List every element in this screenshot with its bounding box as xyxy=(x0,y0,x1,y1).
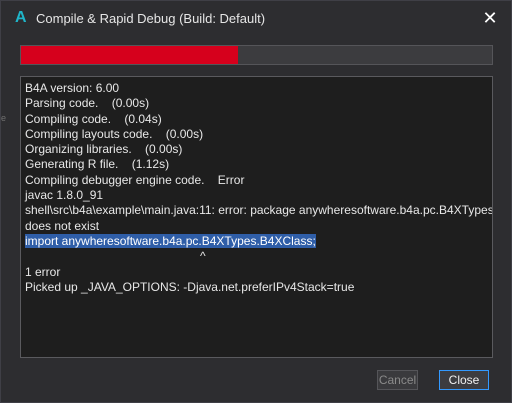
log-line-selected: import anywheresoftware.b4a.pc.B4XTypes.… xyxy=(25,233,488,249)
log-line: shell\src\b4a\example\main.java:11: erro… xyxy=(25,203,493,218)
log-line: 1 error xyxy=(25,264,61,279)
b4a-app-icon: A xyxy=(15,9,27,26)
title-bar: A Compile & Rapid Debug (Build: Default)… xyxy=(1,1,511,35)
log-line: Organizing libraries. (0.00s) xyxy=(25,142,183,157)
log-line: Compiling debugger engine code. Error xyxy=(25,172,245,187)
selected-text: import anywheresoftware.b4a.pc.B4XTypes.… xyxy=(25,233,316,248)
log-line: Generating R file. (1.12s) xyxy=(25,157,170,172)
cancel-button[interactable]: Cancel xyxy=(377,370,418,390)
log-line: Parsing code. (0.00s) xyxy=(25,96,150,111)
error-caret: ^ xyxy=(200,249,206,264)
log-line: Picked up _JAVA_OPTIONS: -Djava.net.pref… xyxy=(25,279,355,294)
log-line: Compiling code. (0.04s) xyxy=(25,111,162,126)
log-line: does not exist xyxy=(25,218,100,233)
compile-dialog: s e A Compile & Rapid Debug (Build: Defa… xyxy=(0,0,512,403)
close-icon[interactable]: ✕ xyxy=(480,8,500,28)
log-line: javac 1.8.0_91 xyxy=(25,188,104,203)
log-line: B4A version: 6.00 xyxy=(25,81,120,95)
log-line: Compiling layouts code. (0.00s) xyxy=(25,126,204,141)
compile-progress-bar xyxy=(20,45,493,65)
compile-log[interactable]: B4A version: 6.00 Parsing code. (0.00s) … xyxy=(20,76,493,358)
close-button[interactable]: Close xyxy=(439,370,489,390)
dialog-title: Compile & Rapid Debug (Build: Default) xyxy=(36,11,266,26)
progress-fill xyxy=(21,46,238,64)
background-edge-glyph: e xyxy=(1,113,7,123)
